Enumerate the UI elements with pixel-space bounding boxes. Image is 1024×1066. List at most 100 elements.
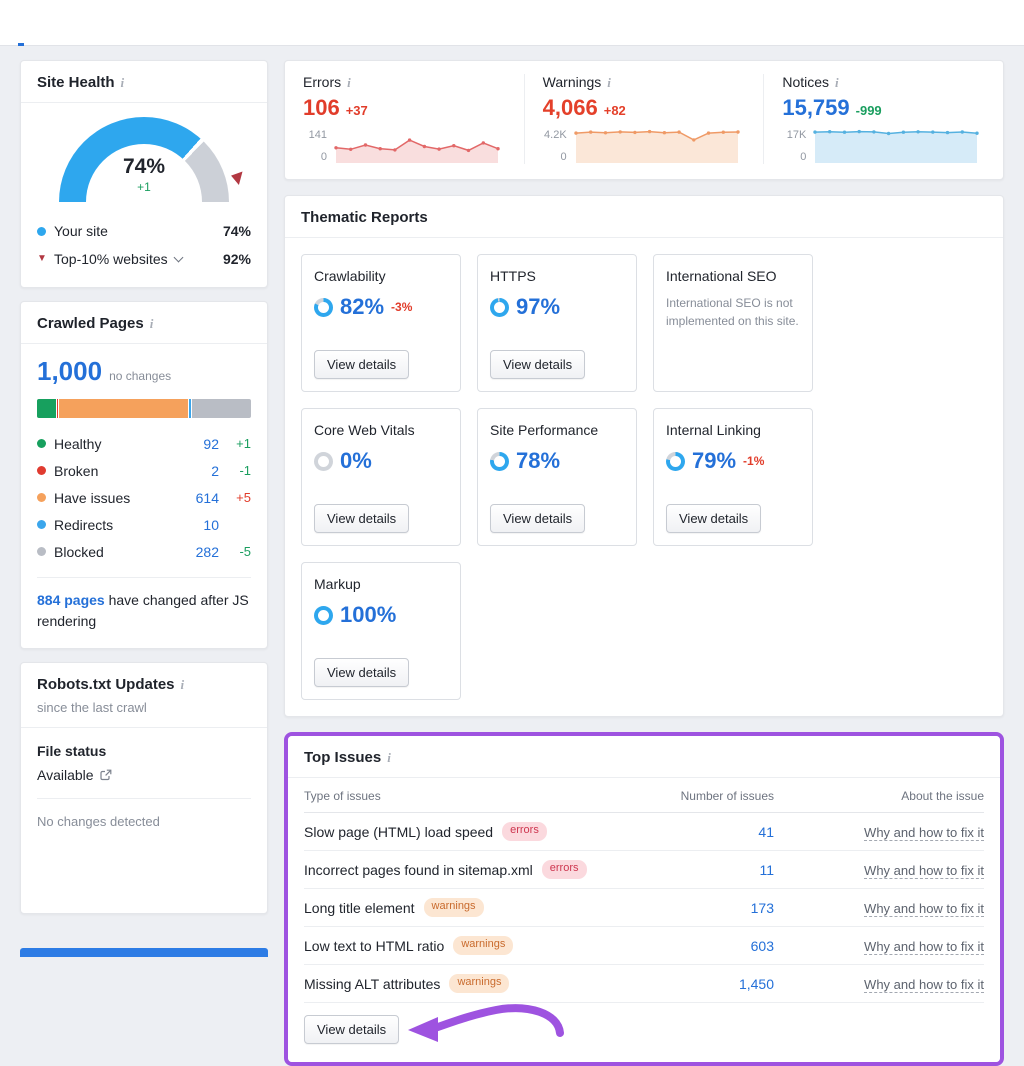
metric-change: -999	[856, 103, 882, 118]
crawled-bar-segment[interactable]	[189, 399, 191, 418]
crawled-legend-row: Redirects 10	[37, 511, 251, 538]
axis-max-label: 17K	[787, 129, 807, 141]
issue-count-link[interactable]: 1,450	[624, 976, 774, 992]
top-issues-footer: View details	[288, 1003, 1000, 1062]
view-details-button[interactable]: View details	[314, 658, 409, 687]
robots-note: No changes detected	[37, 814, 251, 829]
issue-count-link[interactable]: 603	[624, 938, 774, 954]
legend-dot-icon	[37, 439, 46, 448]
crawled-pages-body: 1,000 no changes Healthy 92 +1 Broken 2 …	[21, 344, 267, 648]
legend-dot-icon	[37, 520, 46, 529]
legend-value-link[interactable]: 92	[203, 436, 219, 452]
thematic-score-row: 0%	[314, 448, 448, 474]
issue-about-cell: Why and how to fix it	[774, 900, 984, 916]
col-header-type: Type of issues	[304, 789, 624, 803]
thematic-score-row: 82% -3%	[314, 294, 448, 320]
issue-count-link[interactable]: 11	[624, 862, 774, 878]
score-percent: 0%	[340, 448, 372, 474]
col-header-about: About the issue	[774, 789, 984, 803]
metric-chart: 4.2K 0	[543, 128, 746, 164]
legend-dot-icon	[37, 547, 46, 556]
issue-row: Long title element warnings 173 Why and …	[304, 889, 984, 927]
why-how-link[interactable]: Why and how to fix it	[864, 977, 984, 993]
metric-value-link[interactable]: 4,066	[543, 95, 598, 121]
legend-value-link[interactable]: 2	[211, 463, 219, 479]
info-icon[interactable]: i	[181, 678, 185, 691]
issue-count-link[interactable]: 41	[624, 824, 774, 840]
axis-min-label: 0	[321, 151, 327, 163]
metric-block: Warnings i 4,066 +82 4.2K 0	[524, 74, 764, 164]
thematic-body: Crawlability 82% -3% View details HTTPS …	[285, 238, 1003, 716]
nav-tab[interactable]	[86, 0, 112, 45]
nav-tabs	[8, 0, 190, 45]
nav-tab[interactable]	[60, 0, 86, 45]
info-icon[interactable]: i	[150, 317, 154, 330]
crawled-bar-segment[interactable]	[59, 399, 188, 418]
chart-axis: 4.2K 0	[543, 128, 567, 164]
thematic-score-row: 78%	[490, 448, 624, 474]
table-header-row: Type of issues Number of issues About th…	[304, 778, 984, 813]
info-icon[interactable]: i	[387, 751, 391, 764]
right-column: Errors i 106 +37 141 0 Warnings i 4,066 …	[284, 60, 1004, 1066]
info-icon[interactable]: i	[121, 76, 125, 89]
metric-chart: 141 0	[303, 128, 506, 164]
legend-value: 74%	[223, 223, 251, 239]
view-details-button[interactable]: View details	[490, 350, 585, 379]
crawled-bar-segment[interactable]	[57, 399, 58, 418]
crawled-legend-row: Broken 2 -1	[37, 457, 251, 484]
issue-count-link[interactable]: 173	[624, 900, 774, 916]
robots-header: Robots.txt Updates i since the last craw…	[21, 663, 267, 728]
nav-tab[interactable]	[164, 0, 190, 45]
metric-value-link[interactable]: 106	[303, 95, 340, 121]
nav-tab[interactable]	[138, 0, 164, 45]
crawled-total-link[interactable]: 1,000	[37, 356, 102, 387]
crawled-pages-header: Crawled Pages i	[21, 302, 267, 344]
axis-min-label: 0	[800, 151, 806, 163]
divider	[37, 577, 251, 578]
crawled-bar-segment[interactable]	[37, 399, 56, 418]
why-how-link[interactable]: Why and how to fix it	[864, 863, 984, 879]
why-how-link[interactable]: Why and how to fix it	[864, 825, 984, 841]
legend-value-link[interactable]: 614	[196, 490, 219, 506]
crawled-bar-segment[interactable]	[192, 399, 251, 418]
metric-label: Warnings	[543, 74, 602, 90]
legend-change: -5	[225, 544, 251, 559]
legend-marker-icon	[37, 227, 54, 236]
issue-about-cell: Why and how to fix it	[774, 938, 984, 954]
chevron-down-icon[interactable]	[173, 252, 183, 262]
view-details-button[interactable]: View details	[666, 504, 761, 533]
purple-highlight-box: Top Issues i Type of issues Number of is…	[284, 732, 1004, 1066]
view-details-button[interactable]: View details	[304, 1015, 399, 1044]
why-how-link[interactable]: Why and how to fix it	[864, 939, 984, 955]
file-status-link[interactable]: Available	[37, 767, 251, 783]
score-percent: 79%	[692, 448, 736, 474]
why-how-link[interactable]: Why and how to fix it	[864, 901, 984, 917]
issue-type-label: Slow page (HTML) load speed	[304, 824, 493, 840]
divider	[37, 798, 251, 799]
legend-value-link[interactable]: 282	[196, 544, 219, 560]
view-details-button[interactable]: View details	[490, 504, 585, 533]
robots-card: Robots.txt Updates i since the last craw…	[20, 662, 268, 914]
legend-value-link[interactable]: 10	[203, 517, 219, 533]
nav-tab[interactable]	[34, 0, 60, 45]
view-details-button[interactable]: View details	[314, 504, 409, 533]
thematic-report-card: Markup 100% View details	[301, 562, 461, 700]
issue-type-cell: Long title element warnings	[304, 898, 624, 916]
js-pages-link[interactable]: 884 pages	[37, 592, 105, 608]
left-column: Site Health i 74% +1 Your site 74% ▼ Top…	[20, 60, 268, 914]
view-details-button[interactable]: View details	[314, 350, 409, 379]
info-icon[interactable]: i	[347, 76, 351, 89]
site-health-legend: Your site 74% ▼ Top-10% websites 92%	[21, 213, 267, 287]
top-issues-card: Top Issues i Type of issues Number of is…	[288, 736, 1000, 1062]
metric-value-row: 15,759 -999	[782, 95, 985, 121]
nav-tab[interactable]	[8, 0, 34, 45]
info-icon[interactable]: i	[607, 76, 611, 89]
legend-dot-icon	[37, 493, 46, 502]
metric-value-link[interactable]: 15,759	[782, 95, 849, 121]
metric-header: Errors i	[303, 74, 506, 90]
nav-tab[interactable]	[112, 0, 138, 45]
score-donut-icon	[314, 452, 333, 471]
metric-header: Warnings i	[543, 74, 746, 90]
info-icon[interactable]: i	[835, 76, 839, 89]
col-header-count: Number of issues	[624, 789, 774, 803]
